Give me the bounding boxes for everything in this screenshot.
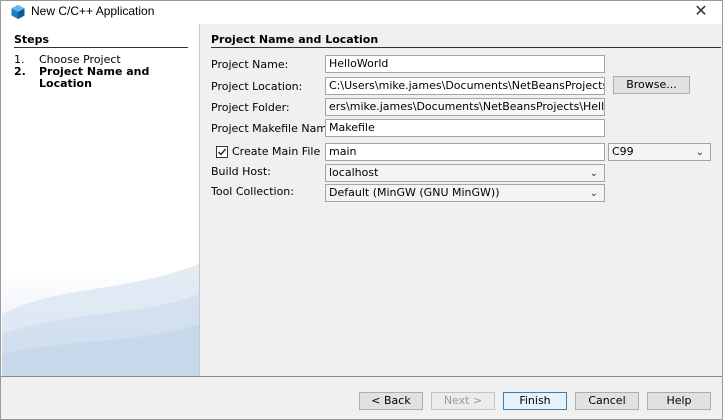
back-button[interactable]: < Back [359,392,423,410]
steps-list: 1. Choose Project 2. Project Name and Lo… [14,54,194,90]
finish-button[interactable]: Finish [503,392,567,410]
chevron-down-icon: ⌄ [589,188,598,199]
language-standard-value: C99 [612,145,634,158]
project-name-label: Project Name: [211,58,289,71]
tool-collection-label: Tool Collection: [211,185,294,198]
project-location-input[interactable]: C:\Users\mike.james\Documents\NetBeansPr… [325,77,605,95]
next-button[interactable]: Next > [431,392,495,410]
language-standard-select[interactable]: C99 ⌄ [608,143,711,161]
decorative-swoosh [2,264,199,376]
dialog-window: New C/C++ Application ✕ Steps 1. Choose … [0,0,723,420]
makefile-name-label: Project Makefile Name: [211,122,338,135]
project-folder-label: Project Folder: [211,101,290,114]
build-host-label: Build Host: [211,165,271,178]
help-button[interactable]: Help [647,392,711,410]
tool-collection-value: Default (MinGW (GNU MinGW)) [329,186,500,199]
project-name-input[interactable]: HelloWorld [325,55,605,73]
step-label: Project Name and Location [39,65,150,90]
steps-heading: Steps [14,33,188,48]
close-icon[interactable]: ✕ [681,1,721,23]
step-number: 2. [14,65,26,78]
steps-panel: Steps 1. Choose Project 2. Project Name … [2,24,199,376]
footer-bar: < Back Next > Finish Cancel Help [1,377,722,419]
build-host-value: localhost [329,166,379,179]
tool-collection-select[interactable]: Default (MinGW (GNU MinGW)) ⌄ [325,184,605,202]
step-project-name-location: 2. Project Name and Location [14,66,194,90]
project-location-label: Project Location: [211,80,303,93]
project-folder-field: ers\mike.james\Documents\NetBeansProject… [325,98,605,116]
main-panel: Project Name and Location Project Name: … [200,24,722,376]
window-title: New C/C++ Application [31,4,155,18]
checkmark-icon [218,148,227,156]
build-host-select[interactable]: localhost ⌄ [325,164,605,182]
makefile-name-input[interactable]: Makefile [325,119,605,137]
cancel-button[interactable]: Cancel [575,392,639,410]
netbeans-app-icon [10,4,26,20]
title-bar: New C/C++ Application ✕ [1,1,722,23]
chevron-down-icon: ⌄ [589,168,598,179]
chevron-down-icon: ⌄ [695,147,704,158]
create-main-file-checkbox[interactable] [216,146,228,158]
main-file-name-input[interactable]: main [325,143,605,161]
browse-button[interactable]: Browse... [613,76,690,94]
create-main-file-label: Create Main File [232,145,321,158]
section-heading: Project Name and Location [211,33,721,48]
